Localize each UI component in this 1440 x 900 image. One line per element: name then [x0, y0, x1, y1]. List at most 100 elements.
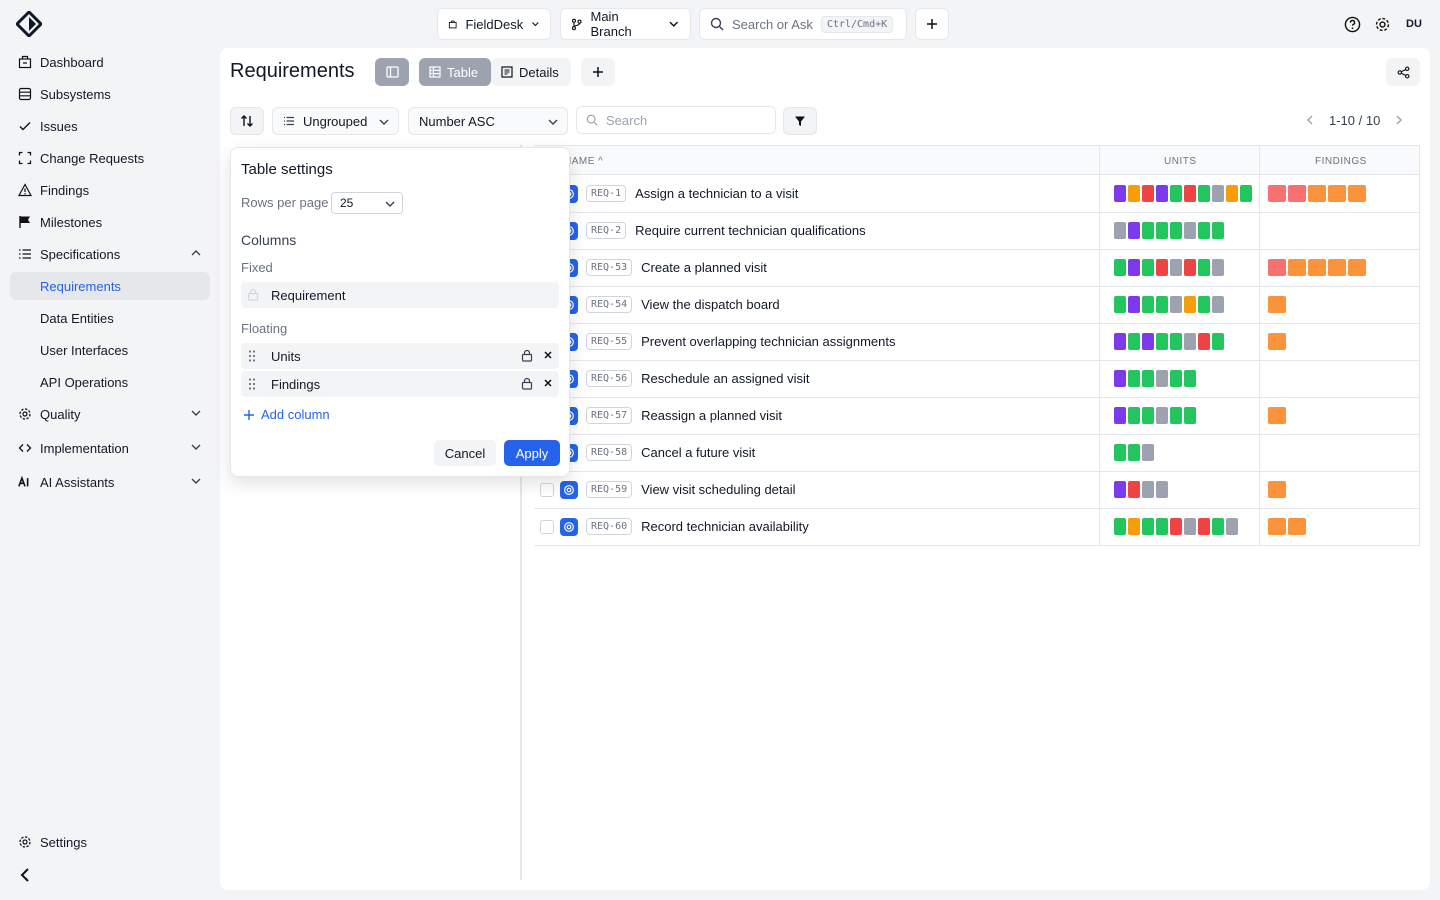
finding-chip[interactable]: [1348, 185, 1366, 202]
finding-chip[interactable]: [1268, 407, 1286, 424]
requirement-title[interactable]: View the dispatch board: [641, 297, 780, 312]
tab-details[interactable]: Details: [491, 58, 571, 86]
create-button[interactable]: [915, 8, 949, 40]
add-view-button[interactable]: [581, 58, 615, 86]
unit-status-chip[interactable]: [1128, 222, 1140, 239]
filter-button[interactable]: [783, 107, 817, 135]
table-settings-button[interactable]: [230, 107, 264, 135]
unit-status-chip[interactable]: [1142, 481, 1154, 498]
unit-status-chip[interactable]: [1226, 518, 1238, 535]
sidebar-item-change-requests[interactable]: Change Requests: [10, 144, 210, 172]
floating-column-row[interactable]: Findings: [241, 371, 559, 397]
unit-status-chip[interactable]: [1114, 518, 1126, 535]
requirement-title[interactable]: Require current technician qualification…: [635, 223, 866, 238]
table-row[interactable]: REQ-56 Reschedule an assigned visit: [534, 361, 1420, 398]
unit-status-chip[interactable]: [1212, 333, 1224, 350]
row-checkbox[interactable]: [540, 520, 554, 534]
finding-chip[interactable]: [1268, 333, 1286, 350]
table-row[interactable]: REQ-1 Assign a technician to a visit: [534, 176, 1420, 213]
requirement-title[interactable]: Prevent overlapping technician assignmen…: [641, 334, 895, 349]
unit-status-chip[interactable]: [1156, 185, 1168, 202]
unit-status-chip[interactable]: [1142, 518, 1154, 535]
sidebar-item-settings[interactable]: Settings: [10, 828, 210, 856]
unit-status-chip[interactable]: [1156, 333, 1168, 350]
table-row[interactable]: REQ-60 Record technician availability: [534, 509, 1420, 546]
finding-chip[interactable]: [1328, 259, 1346, 276]
unit-status-chip[interactable]: [1184, 222, 1196, 239]
unit-status-chip[interactable]: [1170, 296, 1182, 313]
unit-status-chip[interactable]: [1128, 333, 1140, 350]
unit-status-chip[interactable]: [1114, 333, 1126, 350]
table-row[interactable]: REQ-54 View the dispatch board: [534, 287, 1420, 324]
sidebar-item-ai-assistants[interactable]: AI Assistants: [10, 468, 210, 496]
finding-chip[interactable]: [1268, 259, 1286, 276]
table-row[interactable]: REQ-2 Require current technician qualific…: [534, 213, 1420, 250]
unit-status-chip[interactable]: [1212, 222, 1224, 239]
table-row[interactable]: REQ-55 Prevent overlapping technician ass…: [534, 324, 1420, 361]
apply-button[interactable]: Apply: [504, 440, 560, 466]
unit-status-chip[interactable]: [1114, 407, 1126, 424]
unit-status-chip[interactable]: [1142, 370, 1154, 387]
unit-status-chip[interactable]: [1170, 222, 1182, 239]
sidebar-item-dashboard[interactable]: Dashboard: [10, 48, 210, 76]
unit-status-chip[interactable]: [1142, 407, 1154, 424]
sidebar-item-quality[interactable]: Quality: [10, 400, 210, 428]
unit-status-chip[interactable]: [1128, 444, 1140, 461]
unit-status-chip[interactable]: [1170, 185, 1182, 202]
tab-table[interactable]: Table: [419, 58, 491, 86]
cancel-button[interactable]: Cancel: [434, 440, 496, 466]
unit-status-chip[interactable]: [1156, 259, 1168, 276]
unit-status-chip[interactable]: [1114, 370, 1126, 387]
finding-chip[interactable]: [1288, 259, 1306, 276]
unit-status-chip[interactable]: [1128, 259, 1140, 276]
help-button[interactable]: [1342, 14, 1362, 34]
finding-chip[interactable]: [1268, 481, 1286, 498]
remove-column-button[interactable]: [541, 348, 555, 362]
chevron-left-icon[interactable]: [1305, 114, 1315, 126]
finding-chip[interactable]: [1288, 185, 1306, 202]
unit-status-chip[interactable]: [1212, 296, 1224, 313]
unit-status-chip[interactable]: [1114, 222, 1126, 239]
add-column-button[interactable]: Add column: [243, 407, 330, 422]
finding-chip[interactable]: [1268, 518, 1286, 535]
unit-status-chip[interactable]: [1156, 222, 1168, 239]
sidebar-item-findings[interactable]: Findings: [10, 176, 210, 204]
settings-button[interactable]: [1372, 14, 1392, 34]
project-selector[interactable]: FieldDesk: [437, 8, 551, 40]
sidebar-item-specifications[interactable]: Specifications: [10, 240, 210, 268]
unit-status-chip[interactable]: [1184, 370, 1196, 387]
finding-chip[interactable]: [1328, 185, 1346, 202]
unit-status-chip[interactable]: [1128, 370, 1140, 387]
unit-status-chip[interactable]: [1156, 481, 1168, 498]
unit-status-chip[interactable]: [1184, 518, 1196, 535]
unit-status-chip[interactable]: [1170, 259, 1182, 276]
unit-status-chip[interactable]: [1184, 296, 1196, 313]
sidebar-item-issues[interactable]: Issues: [10, 112, 210, 140]
global-search[interactable]: Search or Ask Ctrl/Cmd+K: [699, 8, 907, 40]
requirement-title[interactable]: Assign a technician to a visit: [635, 186, 798, 201]
finding-chip[interactable]: [1308, 259, 1326, 276]
unit-status-chip[interactable]: [1212, 185, 1224, 202]
requirement-title[interactable]: Record technician availability: [641, 519, 809, 534]
requirement-title[interactable]: View visit scheduling detail: [641, 482, 795, 497]
branch-selector[interactable]: Main Branch: [560, 8, 691, 40]
unit-status-chip[interactable]: [1128, 296, 1140, 313]
app-logo[interactable]: [16, 11, 42, 37]
unit-status-chip[interactable]: [1184, 259, 1196, 276]
unit-status-chip[interactable]: [1142, 444, 1154, 461]
unit-status-chip[interactable]: [1156, 296, 1168, 313]
unit-status-chip[interactable]: [1170, 407, 1182, 424]
unit-status-chip[interactable]: [1184, 333, 1196, 350]
unit-status-chip[interactable]: [1170, 333, 1182, 350]
unit-status-chip[interactable]: [1198, 185, 1210, 202]
finding-chip[interactable]: [1348, 259, 1366, 276]
lock-icon[interactable]: [521, 377, 533, 390]
unit-status-chip[interactable]: [1212, 518, 1224, 535]
unit-status-chip[interactable]: [1128, 518, 1140, 535]
unit-status-chip[interactable]: [1128, 407, 1140, 424]
unit-status-chip[interactable]: [1142, 259, 1154, 276]
requirement-title[interactable]: Reschedule an assigned visit: [641, 371, 809, 386]
unit-status-chip[interactable]: [1142, 333, 1154, 350]
unit-status-chip[interactable]: [1198, 222, 1210, 239]
sidebar-item-requirements[interactable]: Requirements: [10, 272, 210, 300]
